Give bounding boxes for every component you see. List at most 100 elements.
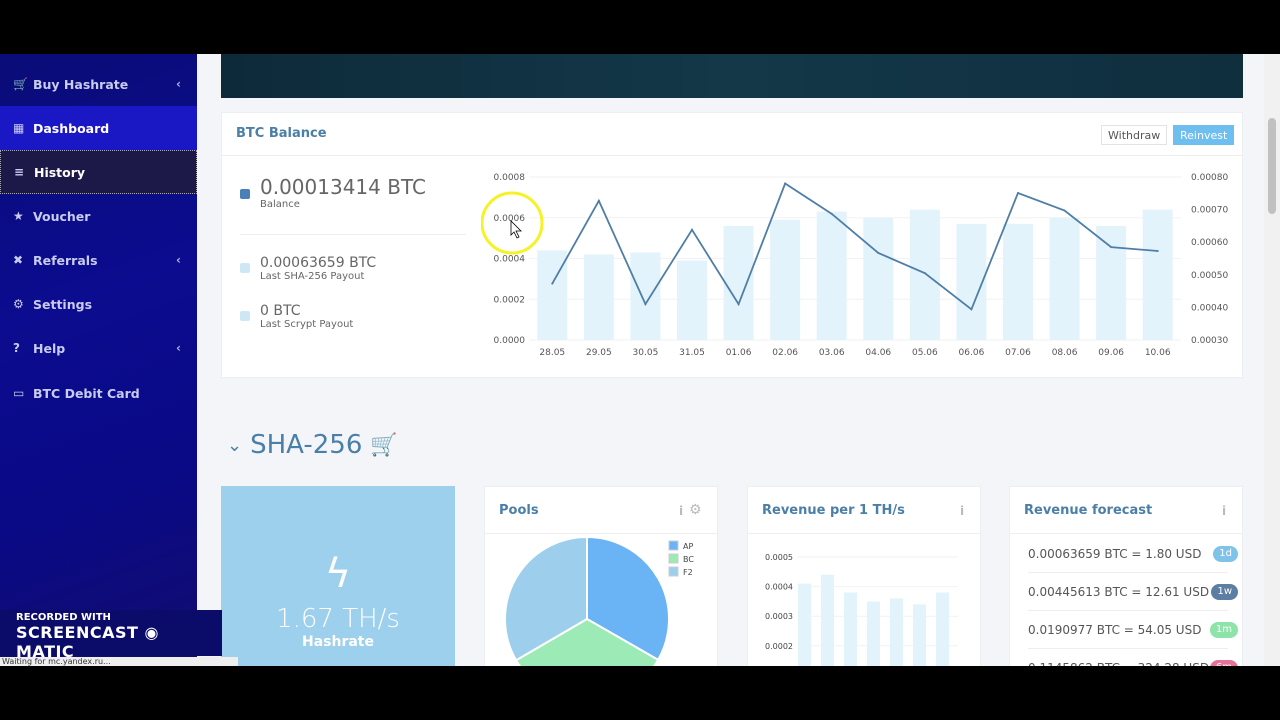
x-tick-label: 08.06 [1052,348,1078,358]
legend-swatch [240,263,250,273]
forecast-value: 0.1145862 BTC = 324.28 USD [1028,661,1209,666]
bolt-icon: ϟ [324,551,352,597]
line-point [970,308,973,311]
legend-label: F2 [683,568,693,577]
divider [222,155,1242,156]
right-tick-label: 0.00030 [1191,336,1228,346]
balance-item: 0.00013414 BTC Balance [240,175,466,235]
line-point [1017,191,1019,194]
info-icon[interactable]: i [1222,504,1226,518]
chevron-left-icon[interactable]: ‹ [176,253,181,267]
watermark-line2: SCREENCAST ◉ MATIC [16,623,159,661]
y-tick-label: 0.0003 [765,612,793,621]
bar [630,252,661,340]
x-tick-label: 30.05 [633,348,659,358]
card-title: Pools [499,503,539,518]
right-tick-label: 0.00040 [1191,303,1228,313]
line-point [877,251,880,254]
left-tick-label: 0.0006 [494,214,526,224]
hashrate-label: Hashrate [301,634,374,650]
balance-value: 0.00013414 BTC [260,175,426,199]
sidebar-item-label: Settings [33,296,93,312]
y-tick-label: 0.0004 [765,583,793,592]
sha-payout-value: 0.00063659 BTC [260,255,377,271]
left-tick-label: 0.0002 [494,295,526,305]
legend-swatch [240,189,250,199]
sidebar-item-referrals[interactable]: ✖ Referrals ‹ [0,238,197,282]
sidebar-item-label: Referrals [33,252,98,268]
legend-swatch [240,311,250,321]
bar [909,209,940,340]
bar [816,211,847,340]
pools-card: Pools i ⚙ AP BC F2 [484,486,718,666]
x-tick-label: 03.06 [819,348,845,358]
sidebar-item-label: Buy Hashrate [33,76,129,92]
sha-payout-label: Last SHA-256 Payout [260,271,365,282]
bar [1003,223,1033,340]
network-icon: ✖ [13,253,24,267]
chevron-left-icon[interactable]: ‹ [176,77,181,91]
right-tick-label: 0.00060 [1191,238,1228,248]
x-tick-label: 31.05 [679,348,705,358]
chevron-left-icon[interactable]: ‹ [176,341,181,355]
grid-icon: ▦ [13,121,25,135]
sidebar-item-settings[interactable]: ⚙ Settings [0,282,197,326]
scrypt-payout-value: 0 BTC [260,303,301,319]
sidebar-item-voucher[interactable]: ★ Voucher [0,194,197,238]
line-point [1110,246,1113,249]
btc-balance-card: BTC Balance Withdraw Reinvest 0.00013414… [221,112,1243,378]
bar [723,225,754,340]
sidebar-item-btc-debit-card[interactable]: ▭ BTC Debit Card [0,371,197,415]
section-heading: ⌄ SHA-256 🛒 [227,430,398,460]
sidebar-item-label: BTC Debit Card [33,385,140,401]
x-tick-label: 05.06 [912,348,938,358]
sidebar-item-history[interactable]: ≡ History [0,150,197,194]
card-title: BTC Balance [236,126,327,141]
gear-icon[interactable]: ⚙ [689,502,702,518]
sidebar-item-dashboard[interactable]: ▦ Dashboard [0,106,197,150]
x-tick-label: 10.06 [1145,348,1171,358]
forecast-row: 0.0190977 BTC = 54.05 USD 1m [1028,611,1238,649]
x-tick-label: 28.05 [539,348,565,358]
bar [583,254,614,340]
sidebar-item-label: Dashboard [33,120,110,136]
sidebar: 🛒 Buy Hashrate ‹ ▦ Dashboard ≡ History ★ Voucher… [0,54,197,666]
bar [1142,209,1173,340]
section-title: SHA-256 [250,430,363,460]
list-icon: ≡ [14,165,25,179]
right-tick-label: 0.00080 [1191,173,1228,183]
sha-payout-item: 0.00063659 BTC Last SHA-256 Payout [240,255,376,282]
left-tick-label: 0.0004 [494,255,526,265]
bar [821,574,834,666]
question-icon: ? [13,341,20,355]
info-icon[interactable]: i [960,504,964,518]
sidebar-item-buy-hashrate[interactable]: 🛒 Buy Hashrate ‹ [0,62,197,106]
line-point [551,282,554,285]
x-tick-label: 02.06 [772,348,798,358]
revenue-bar-chart: 0.00010.00020.00030.00040.0005 [765,553,958,666]
left-tick-label: 0.0008 [494,173,526,183]
sidebar-item-help[interactable]: ? Help ‹ [0,326,197,370]
balance-chart: 0.0000 0.0002 0.0004 0.0006 0.0008 0.00030 0.0… [481,173,1228,358]
sidebar-item-label: Help [33,340,66,356]
credit-card-icon: ▭ [13,386,25,400]
info-icon[interactable]: i [679,504,683,518]
scrollbar-thumb[interactable] [1268,118,1276,214]
period-badge: 6m [1209,660,1238,666]
x-tick-label: 29.05 [586,348,612,358]
gears-icon: ⚙ [13,297,24,311]
line-point [830,212,833,215]
star-icon: ★ [13,209,24,223]
x-tick-label: 06.06 [959,348,985,358]
cart-icon[interactable]: 🛒 [370,433,397,458]
legend-swatch [668,540,679,551]
withdraw-button[interactable]: Withdraw [1101,125,1168,145]
balance-label: Balance [260,199,300,210]
scrollbar[interactable] [1264,54,1280,666]
forecast-row: 0.00063659 BTC = 1.80 USD 1d [1028,535,1238,573]
bar [863,217,894,340]
hashrate-card: ϟ 1.67 TH/s Hashrate [221,486,455,666]
reinvest-button[interactable]: Reinvest [1173,125,1235,145]
chevron-down-icon[interactable]: ⌄ [227,435,242,456]
screencast-watermark: RECORDED WITH SCREENCAST ◉ MATIC [0,610,222,661]
